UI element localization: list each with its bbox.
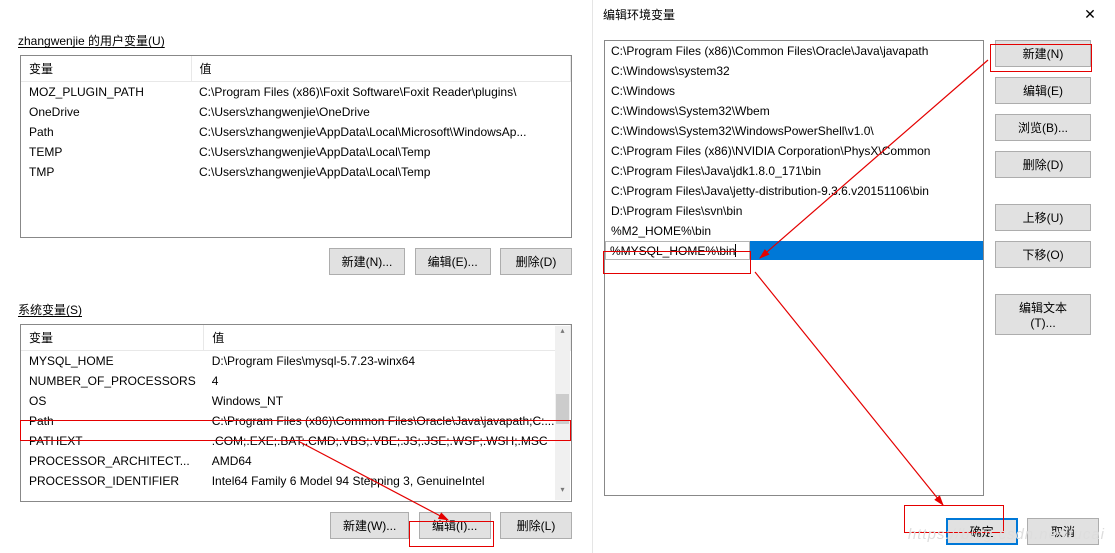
table-row[interactable]: PROCESSOR_ARCHITECT...AMD64: [21, 451, 571, 471]
table-row[interactable]: TMPC:\Users\zhangwenjie\AppData\Local\Te…: [21, 162, 571, 182]
env-vars-panel: zhangwenjie 的用户变量(U) 变量 值 MOZ_PLUGIN_PAT…: [0, 0, 592, 553]
table-row[interactable]: OSWindows_NT: [21, 391, 571, 411]
sys-vars-label: 系统变量(S): [0, 297, 592, 324]
col-var[interactable]: 变量: [21, 325, 204, 351]
sys-vars-buttons: 新建(W)... 编辑(I)... 删除(L): [0, 508, 592, 551]
sys-edit-button[interactable]: 编辑(I)...: [419, 512, 491, 539]
edit-text-button[interactable]: 编辑文本(T)...: [995, 294, 1091, 335]
watermark: https://blog.csdn.net/fucai: [908, 526, 1105, 543]
col-val[interactable]: 值: [191, 56, 571, 82]
edit-env-var-dialog: 编辑环境变量 ✕ C:\Program Files (x86)\Common F…: [592, 0, 1115, 553]
list-item[interactable]: C:\Program Files\Java\jetty-distribution…: [605, 181, 983, 201]
sys-new-button[interactable]: 新建(W)...: [330, 512, 409, 539]
delete-button[interactable]: 删除(D): [995, 151, 1091, 178]
move-up-button[interactable]: 上移(U): [995, 204, 1091, 231]
new-button[interactable]: 新建(N): [995, 40, 1091, 67]
list-item-editing[interactable]: %MYSQL_HOME%\bin: [605, 241, 983, 260]
col-val[interactable]: 值: [204, 325, 571, 351]
sys-vars-table-wrapper: 变量 值 MYSQL_HOMED:\Program Files\mysql-5.…: [20, 324, 572, 502]
dialog-side-buttons: 新建(N) 编辑(E) 浏览(B)... 删除(D) 上移(U) 下移(O) 编…: [995, 40, 1103, 345]
browse-button[interactable]: 浏览(B)...: [995, 114, 1091, 141]
user-vars-label: zhangwenjie 的用户变量(U): [0, 28, 592, 55]
user-vars-table-wrapper: 变量 值 MOZ_PLUGIN_PATHC:\Program Files (x8…: [20, 55, 572, 238]
edit-button[interactable]: 编辑(E): [995, 77, 1091, 104]
list-item[interactable]: C:\Program Files (x86)\Common Files\Orac…: [605, 41, 983, 61]
list-item[interactable]: C:\Windows\system32: [605, 61, 983, 81]
table-row[interactable]: PathC:\Users\zhangwenjie\AppData\Local\M…: [21, 122, 571, 142]
table-row[interactable]: NUMBER_OF_PROCESSORS4: [21, 371, 571, 391]
scroll-down-arrow-icon[interactable]: ▾: [555, 485, 570, 500]
col-var[interactable]: 变量: [21, 56, 191, 82]
user-vars-buttons: 新建(N)... 编辑(E)... 删除(D): [0, 244, 592, 287]
scroll-up-arrow-icon[interactable]: ▴: [555, 326, 570, 341]
list-item[interactable]: C:\Windows\System32\Wbem: [605, 101, 983, 121]
sys-delete-button[interactable]: 删除(L): [500, 512, 572, 539]
dialog-title: 编辑环境变量: [603, 6, 675, 23]
scroll-thumb[interactable]: [556, 394, 569, 424]
table-row[interactable]: TEMPC:\Users\zhangwenjie\AppData\Local\T…: [21, 142, 571, 162]
text-caret-icon: [735, 244, 736, 257]
table-row[interactable]: PathC:\Program Files (x86)\Common Files\…: [21, 411, 571, 431]
path-list[interactable]: C:\Program Files (x86)\Common Files\Orac…: [604, 40, 984, 496]
table-row[interactable]: MYSQL_HOMED:\Program Files\mysql-5.7.23-…: [21, 351, 571, 372]
sys-vars-table[interactable]: 变量 值 MYSQL_HOMED:\Program Files\mysql-5.…: [21, 325, 571, 491]
user-edit-button[interactable]: 编辑(E)...: [415, 248, 491, 275]
dialog-title-bar: 编辑环境变量 ✕: [593, 0, 1115, 29]
list-item[interactable]: C:\Program Files\Java\jdk1.8.0_171\bin: [605, 161, 983, 181]
path-edit-input[interactable]: %MYSQL_HOME%\bin: [605, 241, 750, 260]
table-row[interactable]: MOZ_PLUGIN_PATHC:\Program Files (x86)\Fo…: [21, 82, 571, 103]
user-new-button[interactable]: 新建(N)...: [329, 248, 406, 275]
scrollbar[interactable]: ▴ ▾: [555, 326, 570, 500]
user-delete-button[interactable]: 删除(D): [500, 248, 572, 275]
selection-highlight: [750, 241, 983, 260]
table-row[interactable]: OneDriveC:\Users\zhangwenjie\OneDrive: [21, 102, 571, 122]
list-item[interactable]: C:\Windows\System32\WindowsPowerShell\v1…: [605, 121, 983, 141]
user-vars-table[interactable]: 变量 值 MOZ_PLUGIN_PATHC:\Program Files (x8…: [21, 56, 571, 182]
list-item[interactable]: C:\Program Files (x86)\NVIDIA Corporatio…: [605, 141, 983, 161]
list-item[interactable]: %M2_HOME%\bin: [605, 221, 983, 241]
move-down-button[interactable]: 下移(O): [995, 241, 1091, 268]
list-item[interactable]: D:\Program Files\svn\bin: [605, 201, 983, 221]
close-icon[interactable]: ✕: [1075, 6, 1105, 23]
table-row[interactable]: PATHEXT.COM;.EXE;.BAT;.CMD;.VBS;.VBE;.JS…: [21, 431, 571, 451]
table-row[interactable]: PROCESSOR_IDENTIFIERIntel64 Family 6 Mod…: [21, 471, 571, 491]
list-item[interactable]: C:\Windows: [605, 81, 983, 101]
